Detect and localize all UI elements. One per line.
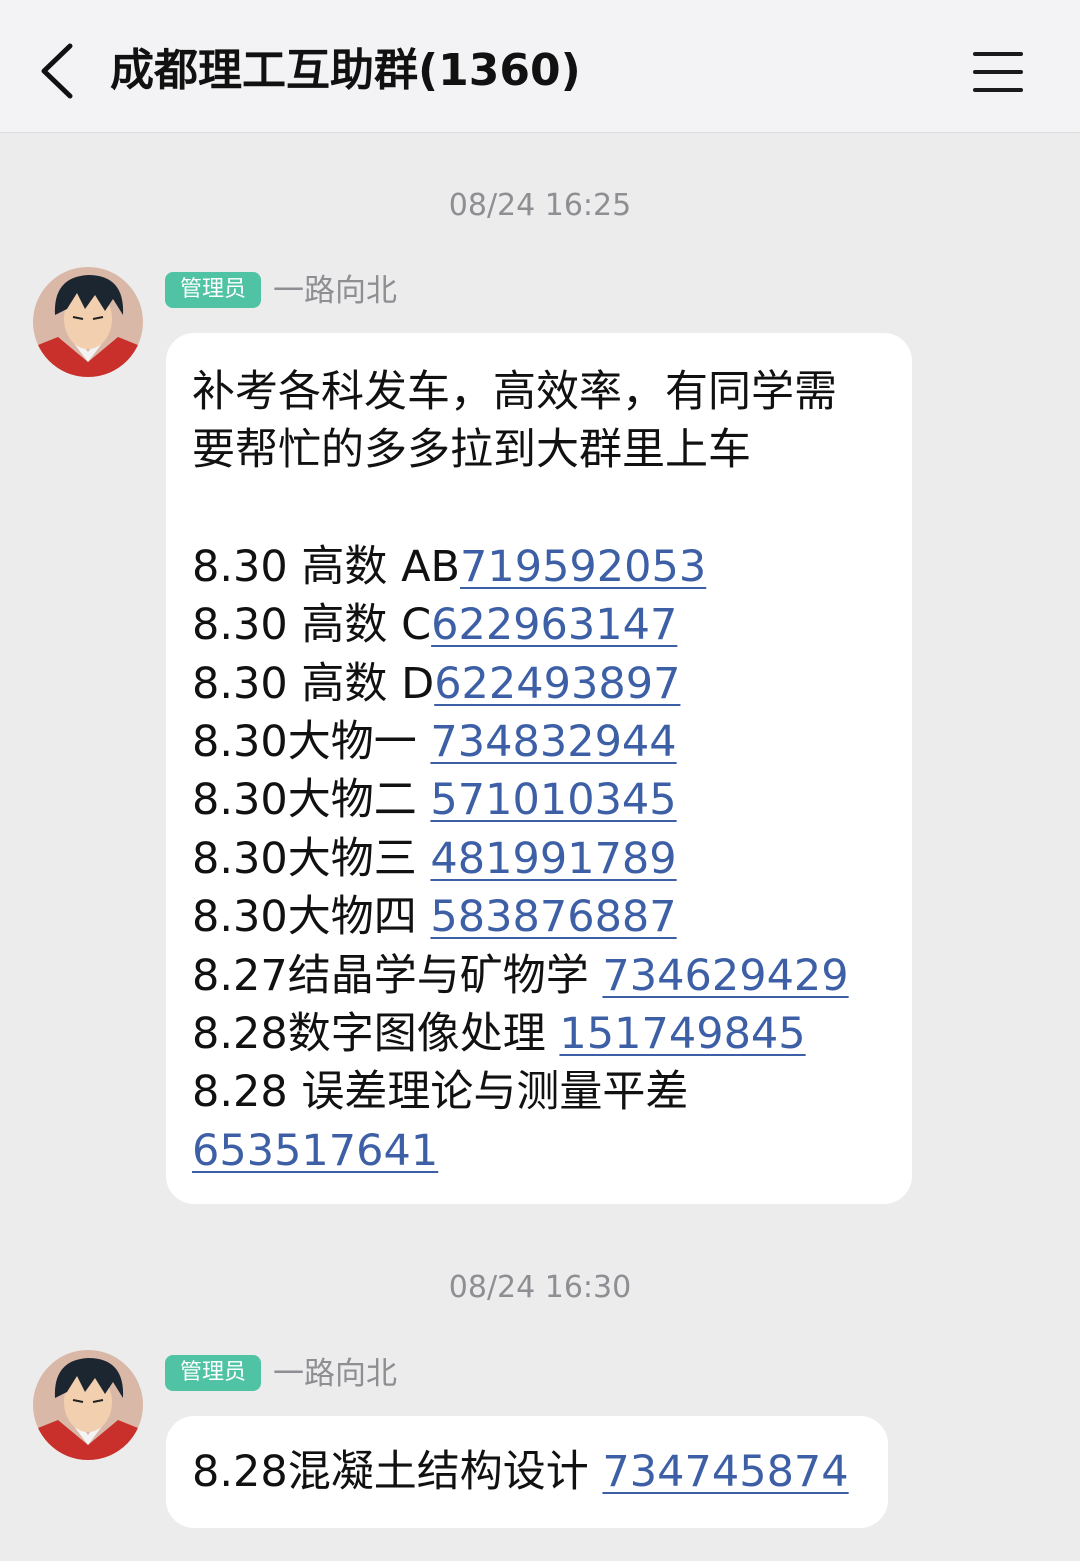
message-intro: 补考各科发车，高效率，有同学需 要帮忙的多多拉到大群里上车 [192,363,886,480]
avatar[interactable] [33,1350,143,1460]
exam-label: 8.28数字图像处理 [192,1009,560,1060]
chat-title: 成都理工互助群(1360) [110,45,581,96]
admin-badge: 管理员 [165,1355,261,1391]
list-item-label: 8.28 误差理论与测量平差 [192,1067,689,1118]
sender-name[interactable]: 一路向北 [273,271,397,311]
exam-label: 8.30大物二 [192,775,431,826]
admin-badge: 管理员 [165,272,261,308]
sender-name[interactable]: 一路向北 [273,1354,397,1394]
timestamp: 08/24 16:30 [448,1270,632,1305]
group-number-link[interactable]: 622963147 [431,600,677,650]
chevron-left-icon [41,43,73,99]
exam-label: 8.27结晶学与矿物学 [192,950,603,1001]
group-number-link[interactable]: 151749845 [559,1009,805,1059]
list-item: 8.30大物二 571010345 [192,771,886,829]
back-button[interactable] [30,36,90,106]
exam-label: 8.30大物一 [192,717,431,768]
menu-button[interactable] [965,44,1031,100]
message-bubble[interactable]: 补考各科发车，高效率，有同学需 要帮忙的多多拉到大群里上车 8.30 高数 AB… [166,333,912,1204]
exam-label: 8.30 高数 C [192,600,432,651]
group-number-link[interactable]: 734832944 [430,717,676,767]
list-item: 8.28混凝土结构设计 734745874 [192,1443,862,1501]
group-number-link[interactable]: 481991789 [430,834,676,884]
group-number-link[interactable]: 734745874 [602,1447,848,1497]
list-item: 8.30大物一 734832944 [192,713,886,771]
exam-label: 8.30大物四 [192,892,431,943]
avatar[interactable] [33,267,143,377]
list-item: 8.27结晶学与矿物学 734629429 [192,947,886,1005]
message-text-line: 补考各科发车，高效率，有同学需 [192,367,837,417]
message-bubble[interactable]: 8.28混凝土结构设计 734745874 [166,1416,888,1528]
timestamp: 08/24 16:25 [448,188,632,223]
exam-label: 8.30 高数 D [192,658,435,709]
group-number-link[interactable]: 719592053 [460,542,706,592]
exam-label: 8.30大物三 [192,833,431,884]
list-item: 8.28数字图像处理 151749845 [192,1005,886,1063]
list-item: 8.30大物四 583876887 [192,888,886,946]
list-item: 8.30 高数 C622963147 [192,596,886,654]
group-number-link[interactable]: 583876887 [430,892,676,942]
group-number-link[interactable]: 734629429 [602,951,848,1001]
message-text-line: 要帮忙的多多拉到大群里上车 [192,425,751,476]
avatar-image-icon [33,1350,143,1460]
top-bar: 成都理工互助群(1360) [0,0,1080,133]
list-item: 8.30 高数 AB719592053 [192,538,886,596]
group-number-link[interactable]: 571010345 [430,775,676,825]
exam-label: 8.28混凝土结构设计 [192,1447,603,1497]
exam-label: 8.30 高数 AB [192,541,460,592]
list-item: 8.30 高数 D622493897 [192,655,886,713]
group-number-link[interactable]: 653517641 [192,1126,438,1176]
avatar-image-icon [33,267,143,377]
group-number-link[interactable]: 622493897 [434,659,680,709]
list-item: 653517641 [192,1122,886,1180]
list-item: 8.30大物三 481991789 [192,830,886,888]
hamburger-menu-icon [973,52,1023,56]
